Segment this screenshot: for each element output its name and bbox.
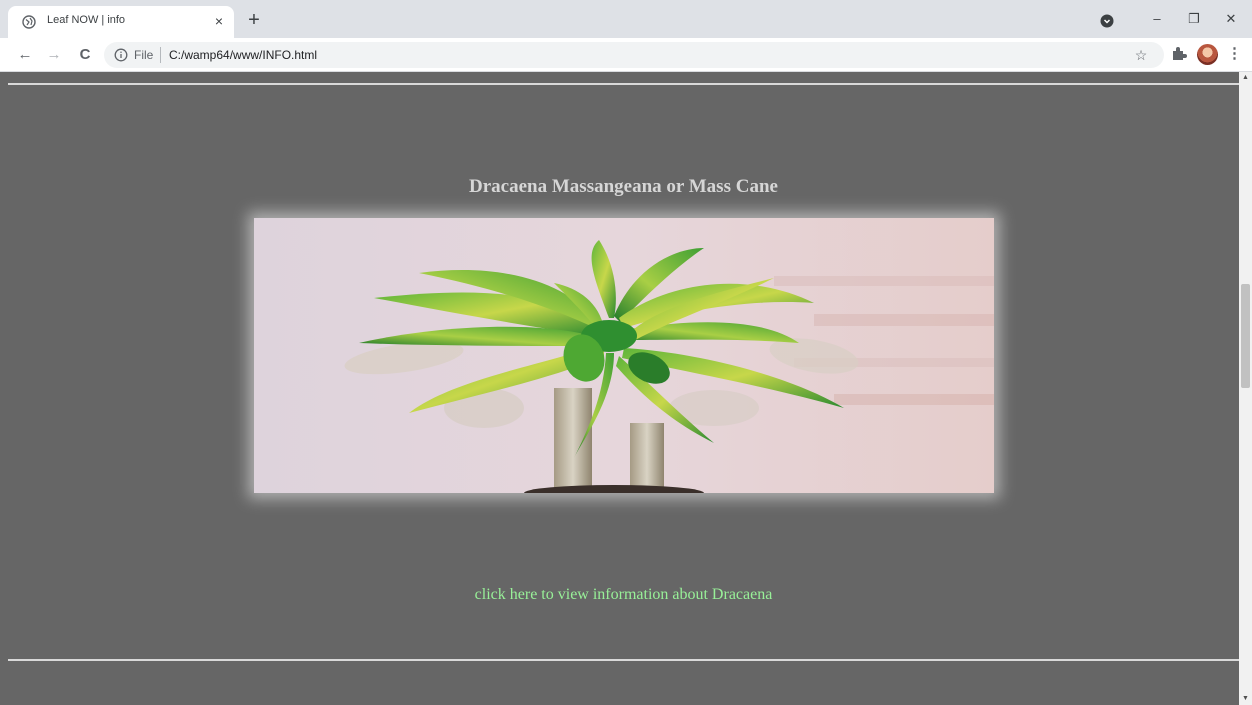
tab-search-icon[interactable]	[1100, 14, 1114, 28]
scroll-thumb[interactable]	[1241, 284, 1250, 388]
plant-title: Dracaena Massangeana or Mass Cane	[469, 176, 778, 197]
browser-tab-active[interactable]: Leaf NOW | info ×	[8, 6, 234, 38]
scroll-down-arrow-icon[interactable]: ▼	[1239, 693, 1252, 705]
address-bar[interactable]: File C:/wamp64/www/INFO.html ☆	[104, 42, 1164, 68]
page-scrollbar[interactable]: ▲ ▼	[1239, 72, 1252, 705]
restore-button[interactable]: ❐	[1178, 8, 1210, 30]
bottom-divider	[8, 659, 1239, 661]
tab-title: Leaf NOW | info	[47, 14, 126, 26]
minimize-button[interactable]: –	[1141, 8, 1173, 30]
tab-strip: Leaf NOW | info × + – ❐ ✕	[0, 0, 1252, 38]
tab-close-icon[interactable]: ×	[210, 12, 228, 30]
scheme-chip-label: File	[134, 48, 154, 62]
globe-icon	[22, 15, 36, 29]
browser-toolbar: ← → C File C:/wamp64/www/INFO.html ☆	[0, 38, 1252, 72]
info-icon[interactable]	[114, 48, 128, 62]
dracaena-info-link[interactable]: click here to view information about Dra…	[0, 586, 1239, 604]
profile-avatar[interactable]	[1197, 44, 1218, 65]
new-tab-button[interactable]: +	[242, 9, 266, 33]
plant-image	[254, 218, 994, 493]
forward-button[interactable]: →	[43, 44, 65, 66]
scroll-up-arrow-icon[interactable]: ▲	[1239, 72, 1252, 84]
chip-divider	[160, 47, 161, 63]
puzzle-extension-icon[interactable]	[1170, 44, 1188, 62]
dracaena-photo	[254, 218, 994, 493]
page-viewport: Dracaena Massangeana or Mass Cane click …	[0, 72, 1239, 705]
top-divider	[8, 83, 1239, 85]
kebab-menu-icon[interactable]: ⋮	[1227, 44, 1242, 64]
reload-button[interactable]: C	[74, 44, 96, 66]
window-close-button[interactable]: ✕	[1215, 8, 1247, 30]
bookmark-star-icon[interactable]: ☆	[1131, 45, 1151, 65]
url-text[interactable]: C:/wamp64/www/INFO.html	[169, 48, 317, 62]
back-button[interactable]: ←	[14, 44, 36, 66]
